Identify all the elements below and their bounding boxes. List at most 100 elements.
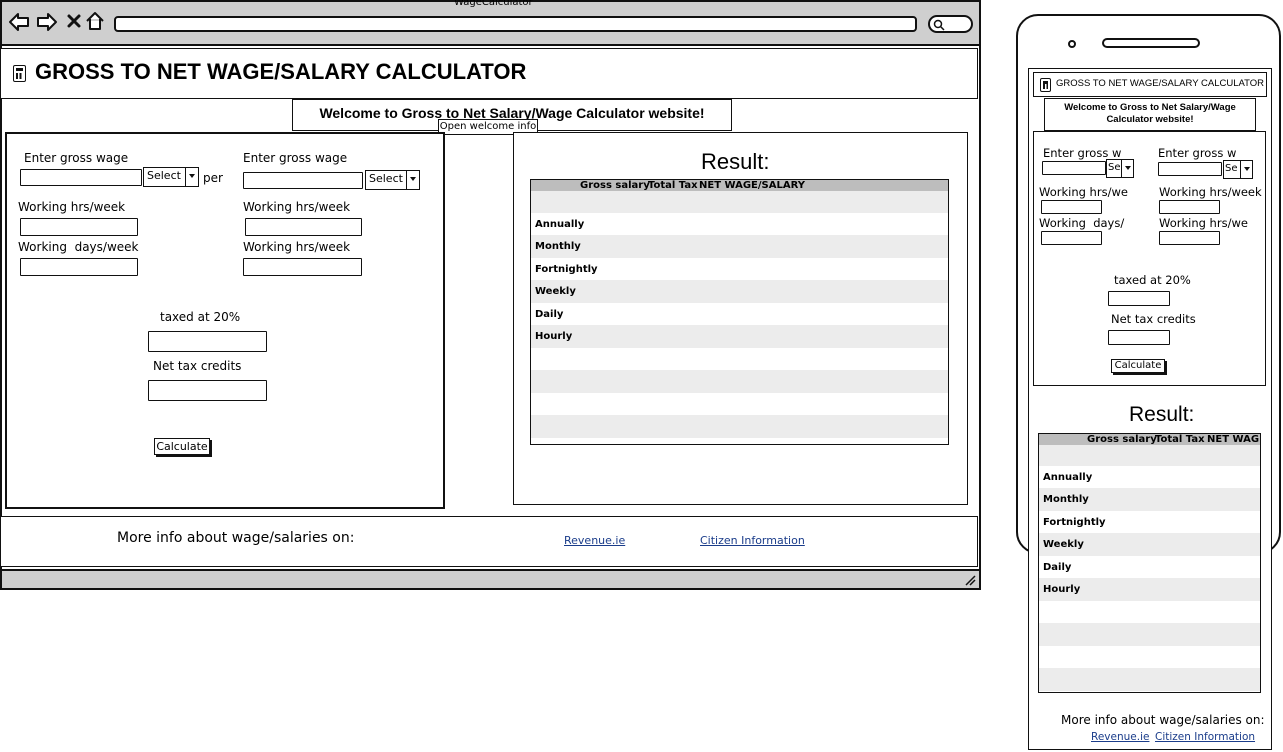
mobile-table-header: Gross salary Total Tax NET WAG: [1039, 434, 1260, 445]
per-label: per: [203, 171, 223, 185]
mobile-right-gross-label: Enter gross w: [1158, 146, 1237, 160]
page-title: GROSS TO NET WAGE/SALARY CALCULATOR: [35, 59, 527, 84]
row-label: Monthly: [1043, 494, 1089, 505]
working-hours-label: Working hrs/week: [18, 200, 126, 214]
result-title: Result:: [701, 149, 770, 174]
row-label: Daily: [1043, 562, 1072, 573]
row-label: Monthly: [535, 241, 581, 252]
close-x-icon[interactable]: [66, 13, 82, 29]
table-row: Daily: [1039, 556, 1260, 578]
column-gross-salary: Gross salary: [580, 180, 650, 191]
page-footer: More info about wage/salaries on: Revenu…: [0, 516, 978, 567]
calculate-button[interactable]: Calculate: [154, 438, 210, 455]
address-bar[interactable]: [114, 16, 917, 32]
window-title: WageCalculator: [454, 0, 533, 8]
row-label: Hourly: [535, 331, 573, 342]
phone-camera: [1068, 40, 1076, 48]
period-select[interactable]: Select: [143, 167, 199, 187]
phone-speaker: [1102, 38, 1200, 48]
table-row: [1039, 646, 1260, 668]
table-row: [1039, 623, 1260, 646]
right-period-select-label: Select: [369, 172, 403, 185]
mobile-net-tax-credits-input[interactable]: [1108, 330, 1170, 345]
status-bar: [2, 569, 979, 588]
table-row: [531, 370, 948, 393]
mobile-welcome-banner: Welcome to Gross to Net Salary/Wage Calc…: [1044, 98, 1256, 131]
gross-wage-input[interactable]: [20, 169, 142, 186]
table-row: Daily: [531, 303, 948, 325]
table-header: Gross salary Total Tax NET WAGE/SALARY: [531, 180, 948, 191]
mobile-column-total-tax: Total Tax: [1155, 434, 1205, 445]
row-label: Weekly: [535, 286, 576, 297]
mobile-right-select-label: Se: [1225, 163, 1238, 174]
right-gross-wage-label: Enter gross wage: [243, 151, 348, 165]
chevron-down-icon: [406, 171, 419, 189]
citizen-information-link[interactable]: Citizen Information: [700, 534, 805, 547]
mobile-working-hours-label: Working hrs/we: [1039, 185, 1128, 199]
mobile-revenue-link[interactable]: Revenue.ie: [1091, 731, 1149, 743]
mobile-calculate-button[interactable]: Calculate: [1111, 359, 1165, 373]
working-days-input[interactable]: [20, 258, 138, 276]
mobile-right-working-hours2-label: Working hrs/we: [1159, 216, 1248, 230]
taxed-label: taxed at 20%: [160, 310, 241, 324]
page-header: GROSS TO NET WAGE/SALARY CALCULATOR: [0, 48, 978, 99]
mobile-gross-input[interactable]: [1042, 161, 1106, 175]
browser-toolbar: WageCalculator: [2, 0, 979, 46]
right-gross-wage-input[interactable]: [243, 172, 363, 189]
calculator-icon: [1040, 78, 1051, 92]
row-label: Weekly: [1043, 539, 1084, 550]
table-row: Weekly: [1039, 533, 1260, 556]
table-row: Monthly: [1039, 488, 1260, 511]
mobile-select-label: Se: [1108, 162, 1121, 173]
back-arrow-icon[interactable]: [8, 12, 30, 32]
working-days-label: Working days/week: [18, 240, 139, 254]
result-table: Gross salary Total Tax NET WAGE/SALARY A…: [530, 179, 949, 445]
chevron-down-icon: [1121, 160, 1133, 177]
mobile-working-days-label: Working days/: [1039, 216, 1125, 230]
right-working-hours-input[interactable]: [245, 218, 362, 236]
mobile-input-panel: Enter gross w Se Enter gross w Se Workin…: [1033, 131, 1266, 386]
table-row: Monthly: [531, 235, 948, 258]
search-box[interactable]: [928, 15, 973, 33]
mobile-right-working-hours-label: Working hrs/week: [1159, 185, 1262, 199]
row-label: Fortnightly: [535, 264, 598, 275]
column-total-tax: Total Tax: [648, 180, 698, 191]
mobile-working-days-input[interactable]: [1041, 231, 1102, 245]
right-working-hours2-input[interactable]: [243, 258, 362, 276]
chevron-down-icon: [1240, 161, 1252, 178]
mobile-taxed-input[interactable]: [1108, 291, 1170, 306]
result-panel: Result: Gross salary Total Tax NET WAGE/…: [513, 132, 968, 505]
working-hours-input[interactable]: [20, 218, 138, 236]
browser-window: WageCalculator GROSS TO NET WAGE/SALARY …: [0, 0, 981, 590]
right-period-select[interactable]: Select: [365, 170, 420, 190]
mobile-column-gross-salary: Gross salary: [1087, 434, 1157, 445]
resize-grip-icon[interactable]: [964, 574, 976, 586]
mobile-taxed-label: taxed at 20%: [1114, 273, 1191, 287]
table-row: Annually: [1039, 466, 1260, 488]
mobile-header: GROSS TO NET WAGE/SALARY CALCULATOR: [1033, 72, 1267, 97]
row-label: Daily: [535, 309, 564, 320]
gross-wage-label: Enter gross wage: [24, 151, 129, 165]
taxed-input[interactable]: [148, 331, 267, 352]
table-row: [531, 348, 948, 370]
mobile-working-hours-input[interactable]: [1041, 200, 1102, 214]
mobile-footer-text: More info about wage/salaries on:: [1061, 713, 1265, 727]
mobile-result-title: Result:: [1129, 403, 1195, 426]
right-working-hours2-label: Working hrs/week: [243, 240, 351, 254]
mobile-right-working-hours-input[interactable]: [1159, 200, 1220, 214]
net-tax-credits-input[interactable]: [148, 380, 267, 401]
mobile-gross-label: Enter gross w: [1043, 146, 1122, 160]
mobile-citizen-information-link[interactable]: Citizen Information: [1155, 731, 1255, 743]
mobile-right-gross-input[interactable]: [1158, 162, 1222, 176]
search-icon: [933, 19, 945, 31]
forward-arrow-icon[interactable]: [36, 12, 58, 32]
mobile-right-working-hours2-input[interactable]: [1159, 231, 1220, 245]
revenue-link[interactable]: Revenue.ie: [564, 534, 625, 547]
table-row: Hourly: [1039, 578, 1260, 601]
mobile-period-select[interactable]: Se: [1106, 159, 1134, 178]
home-icon[interactable]: [85, 11, 105, 31]
mobile-net-tax-credits-label: Net tax credits: [1111, 312, 1196, 326]
mobile-right-period-select[interactable]: Se: [1223, 160, 1253, 179]
table-row: [1039, 668, 1260, 691]
mobile-page-title: GROSS TO NET WAGE/SALARY CALCULATOR: [1056, 78, 1265, 89]
